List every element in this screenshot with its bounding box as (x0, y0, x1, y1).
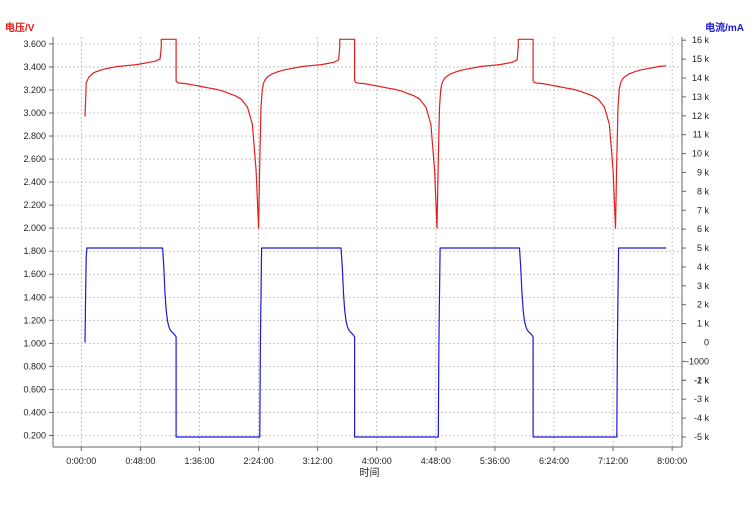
y-left-tick-label: 2.600 (23, 154, 46, 164)
y-right-tick-label: 0 (704, 338, 709, 348)
y-left-tick-label: 3.400 (23, 62, 46, 72)
y-left-tick-label: 3.200 (23, 85, 46, 95)
y-right-axis-label: 电流/mA (705, 21, 744, 34)
y-right-tick-label: -5 k (694, 432, 710, 442)
y-right-tick-label: 12 k (692, 111, 710, 121)
y-left-axis-label: 电压/V (5, 21, 35, 34)
x-tick-label: 2:24:00 (244, 456, 274, 466)
y-right-tick-label: 4 k (697, 262, 710, 272)
y-right-tick-label: -4 k (694, 413, 710, 423)
y-right-tick-label: 13 k (692, 92, 710, 102)
battery-cycle-chart: 0.200 0.400 0.600 0.800 1.000 1.200 1.400 1.600… (0, 0, 750, 516)
y-left-tick-label: 0.600 (23, 384, 46, 394)
y-right-tick-label: -1 k (694, 375, 710, 385)
x-tick-label: 0:48:00 (125, 456, 155, 466)
y-left-tick-label: 2.000 (23, 223, 46, 233)
x-tick-label: 5:36:00 (480, 456, 510, 466)
y-left-tick-label: 2.800 (23, 131, 46, 141)
y-right-tick-label: 8 k (697, 186, 710, 196)
y-right-tick-label: 11 k (693, 130, 710, 140)
y-right-tick-label: 14 k (692, 73, 710, 83)
y-right-tick-label: -3 k (694, 394, 710, 404)
y-left-tick-label: 2.200 (23, 200, 46, 210)
y-right-tick-label: 5 k (697, 243, 710, 253)
x-tick-label: 4:00:00 (362, 456, 392, 466)
y-right-tick-label: 6 k (697, 224, 710, 234)
x-tick-label: 4:48:00 (421, 456, 451, 466)
y-right-tick-label: 9 k (697, 167, 710, 177)
y-right-tick-label: 2 k (697, 300, 710, 310)
y-left-tick-label: 1.000 (23, 338, 46, 348)
y-left-tick-label: 1.400 (23, 292, 46, 302)
y-left-tick-label: 3.600 (23, 39, 46, 49)
y-right-tick-label: -1000 (686, 356, 709, 366)
y-right-tick-label: 3 k (697, 281, 710, 291)
y-right-tick-label: 16 k (692, 35, 710, 45)
y-left-tick-label: 1.800 (23, 246, 46, 256)
x-tick-label: 7:12:00 (598, 456, 628, 466)
y-left-tick-label: 1.600 (23, 269, 46, 279)
y-left-tick-label: 0.200 (23, 430, 46, 440)
x-tick-label: 6:24:00 (539, 456, 569, 466)
y-left-tick-label: 3.000 (23, 108, 46, 118)
x-axis-label: 时间 (360, 466, 380, 479)
plot-area (53, 37, 682, 447)
y-right-tick-label: 10 k (692, 149, 710, 159)
y-left-tick-label: 0.800 (23, 361, 46, 371)
chart-canvas: 0.200 0.400 0.600 0.800 1.000 1.200 1.400 1.600… (5, 21, 744, 479)
x-tick-label: 3:12:00 (303, 456, 333, 466)
y-right-tick-label: 1 k (697, 319, 710, 329)
y-left-tick-label: 0.400 (23, 407, 46, 417)
y-left-tick-label: 2.400 (23, 177, 46, 187)
x-tick-label: 0:00:00 (66, 456, 96, 466)
y-right-tick-label: 7 k (697, 205, 710, 215)
y-right-tick-label: 15 k (692, 54, 710, 64)
x-tick-label: 8:00:00 (657, 456, 687, 466)
x-tick-label: 1:36:00 (184, 456, 214, 466)
y-left-tick-label: 1.200 (23, 315, 46, 325)
